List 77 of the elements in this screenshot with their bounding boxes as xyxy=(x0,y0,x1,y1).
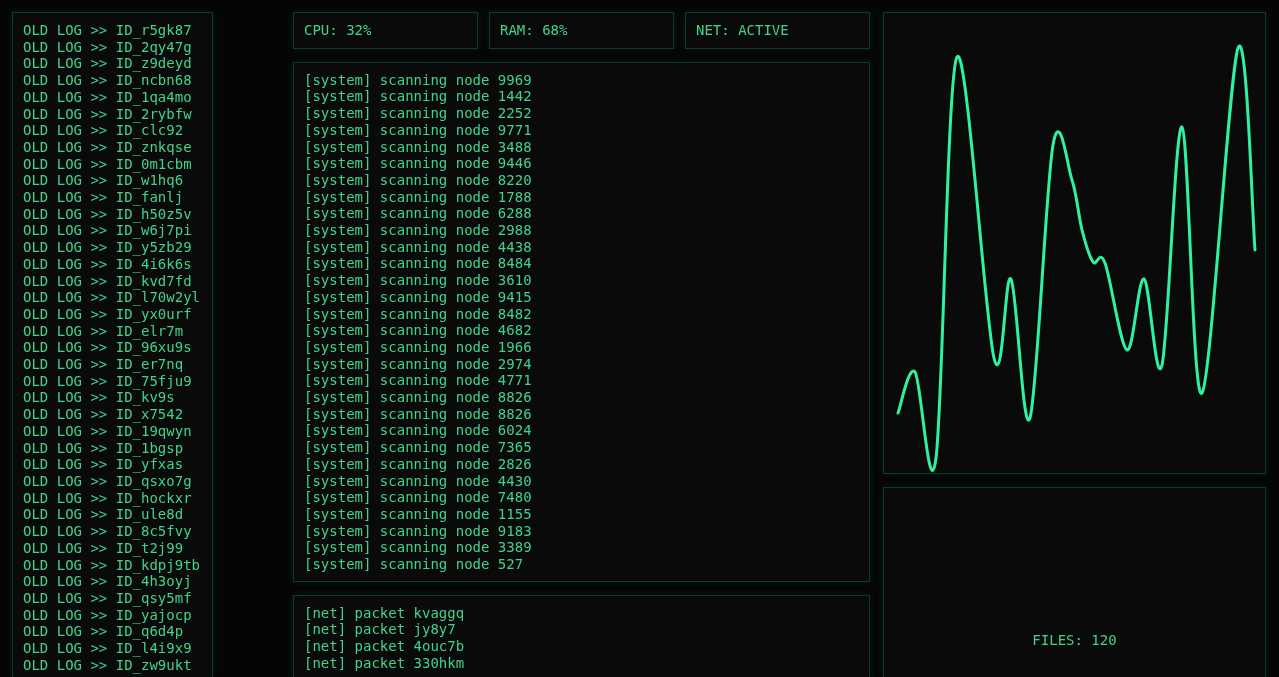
log-line: [system] scanning node 4430 xyxy=(304,472,532,490)
log-line: [system] scanning node 4771 xyxy=(304,372,532,390)
log-line: OLD LOG >> ID_yajocp xyxy=(23,606,193,624)
log-line: OLD LOG >> ID_z9deyd xyxy=(23,55,193,73)
log-line: OLD LOG >> ID_x7542 xyxy=(23,406,185,423)
log-line: OLD LOG >> ID_1bgsp xyxy=(23,439,184,457)
log-line: [system] scanning node 3610 xyxy=(304,272,532,289)
log-line: OLD LOG >> ID_2qy47g xyxy=(23,38,193,56)
log-line: [system] scanning node 9969 xyxy=(304,71,532,89)
log-line: OLD LOG >> ID_75fju9 xyxy=(23,372,193,390)
log-line: [system] scanning node 8482 xyxy=(304,305,532,323)
stat-card: RAM: 68% xyxy=(489,12,674,49)
log-line: OLD LOG >> ID_kdpj9tb xyxy=(23,556,201,574)
log-line: OLD LOG >> ID_ncbn68 xyxy=(23,72,193,89)
log-line: [net] packet 4ouc7b xyxy=(304,638,465,655)
log-line: [system] scanning node 4682 xyxy=(304,322,532,339)
log-line: OLD LOG >> ID_znkqse xyxy=(23,138,193,156)
log-line: OLD LOG >> ID_y5zb29 xyxy=(23,239,193,256)
log-line: [system] scanning node 2252 xyxy=(304,105,532,122)
log-line: OLD LOG >> ID_w1hq6 xyxy=(23,172,184,190)
log-line: [system] scanning node 8220 xyxy=(304,171,532,189)
log-line: OLD LOG >> ID_r5gk87 xyxy=(23,22,193,39)
log-line: OLD LOG >> ID_fanlj xyxy=(23,189,185,206)
log-line: [system] scanning node 527 xyxy=(304,556,524,573)
log-line: OLD LOG >> ID_l4i9x9 xyxy=(23,640,193,657)
log-line: OLD LOG >> ID_4h3oyj xyxy=(23,573,192,590)
log-line: [system] scanning node 8484 xyxy=(304,255,532,273)
log-line: OLD LOG >> ID_2rybfw xyxy=(23,105,193,123)
log-line: [system] scanning node 8826 xyxy=(304,405,532,423)
log-line: OLD LOG >> ID_1qa4mo xyxy=(23,88,193,106)
log-line: [system] scanning node 7365 xyxy=(304,439,532,456)
log-line: [system] scanning node 2988 xyxy=(304,222,532,239)
log-line: OLD LOG >> ID_l70w2yl xyxy=(23,289,201,306)
log-line: OLD LOG >> ID_zw9ukt xyxy=(23,656,193,674)
stat-card: NET: ACTIVE xyxy=(685,12,870,49)
log-line: OLD LOG >> ID_q6d4p xyxy=(23,623,184,640)
log-line: [system] scanning node 6024 xyxy=(304,422,532,440)
files-count-label: FILES: 120 xyxy=(1032,632,1117,649)
log-line: OLD LOG >> ID_yx0urf xyxy=(23,305,192,323)
log-line: OLD LOG >> ID_4i6k6s xyxy=(23,255,193,273)
log-line: OLD LOG >> ID_qsy5mf xyxy=(23,589,193,607)
log-line: [system] scanning node 3389 xyxy=(304,539,532,557)
log-line: [system] scanning node 2974 xyxy=(304,355,532,373)
log-line: OLD LOG >> ID_t2j99 xyxy=(23,539,184,557)
log-line: [system] scanning node 9183 xyxy=(304,522,532,540)
log-line: OLD LOG >> ID_qsxo7g xyxy=(23,473,193,490)
log-line: [system] scanning node 9415 xyxy=(304,288,532,306)
log-line: [system] scanning node 9771 xyxy=(304,121,532,139)
log-line: OLD LOG >> ID_w6j7pi xyxy=(23,222,193,240)
log-line: OLD LOG >> ID_19qwyn xyxy=(23,422,193,440)
log-line: OLD LOG >> ID_clc92 xyxy=(23,122,184,139)
log-line: [system] scanning node 3488 xyxy=(304,138,532,156)
log-line: [net] packet jy8y7 xyxy=(304,621,456,639)
log-line: [system] scanning node 9446 xyxy=(304,155,532,172)
log-line: OLD LOG >> ID_96xu9s xyxy=(23,339,193,357)
log-line: OLD LOG >> ID_ule8d xyxy=(23,506,184,524)
log-line: OLD LOG >> ID_hockxr xyxy=(23,489,193,507)
log-line: [net] packet kvaggq xyxy=(304,604,465,622)
log-line: [system] scanning node 2826 xyxy=(304,455,532,473)
log-line: [system] scanning node 1788 xyxy=(304,188,532,206)
log-line: OLD LOG >> ID_elr7m xyxy=(23,322,184,340)
log-line: [system] scanning node 1966 xyxy=(304,338,532,356)
log-line: [system] scanning node 4438 xyxy=(304,238,532,256)
log-line: [system] scanning node 6288 xyxy=(304,205,532,223)
log-line: OLD LOG >> ID_kvd7fd xyxy=(23,272,193,290)
log-line: OLD LOG >> ID_er7nq xyxy=(23,356,185,373)
log-line: OLD LOG >> ID_8c5fvy xyxy=(23,523,193,540)
log-line: OLD LOG >> ID_yfxas xyxy=(23,456,185,473)
log-line: [system] scanning node 7480 xyxy=(304,489,532,506)
log-line: [system] scanning node 1442 xyxy=(304,88,532,106)
log-line: [system] scanning node 1155 xyxy=(304,506,532,523)
log-line: [net] packet 330hkm xyxy=(304,654,465,672)
log-line: [system] scanning node 8826 xyxy=(304,389,532,406)
log-line: OLD LOG >> ID_h50z5v xyxy=(23,205,193,223)
log-line: OLD LOG >> ID_kv9s xyxy=(23,389,175,407)
stat-card: CPU: 32% xyxy=(293,12,478,49)
log-line: OLD LOG >> ID_0m1cbm xyxy=(23,155,193,173)
